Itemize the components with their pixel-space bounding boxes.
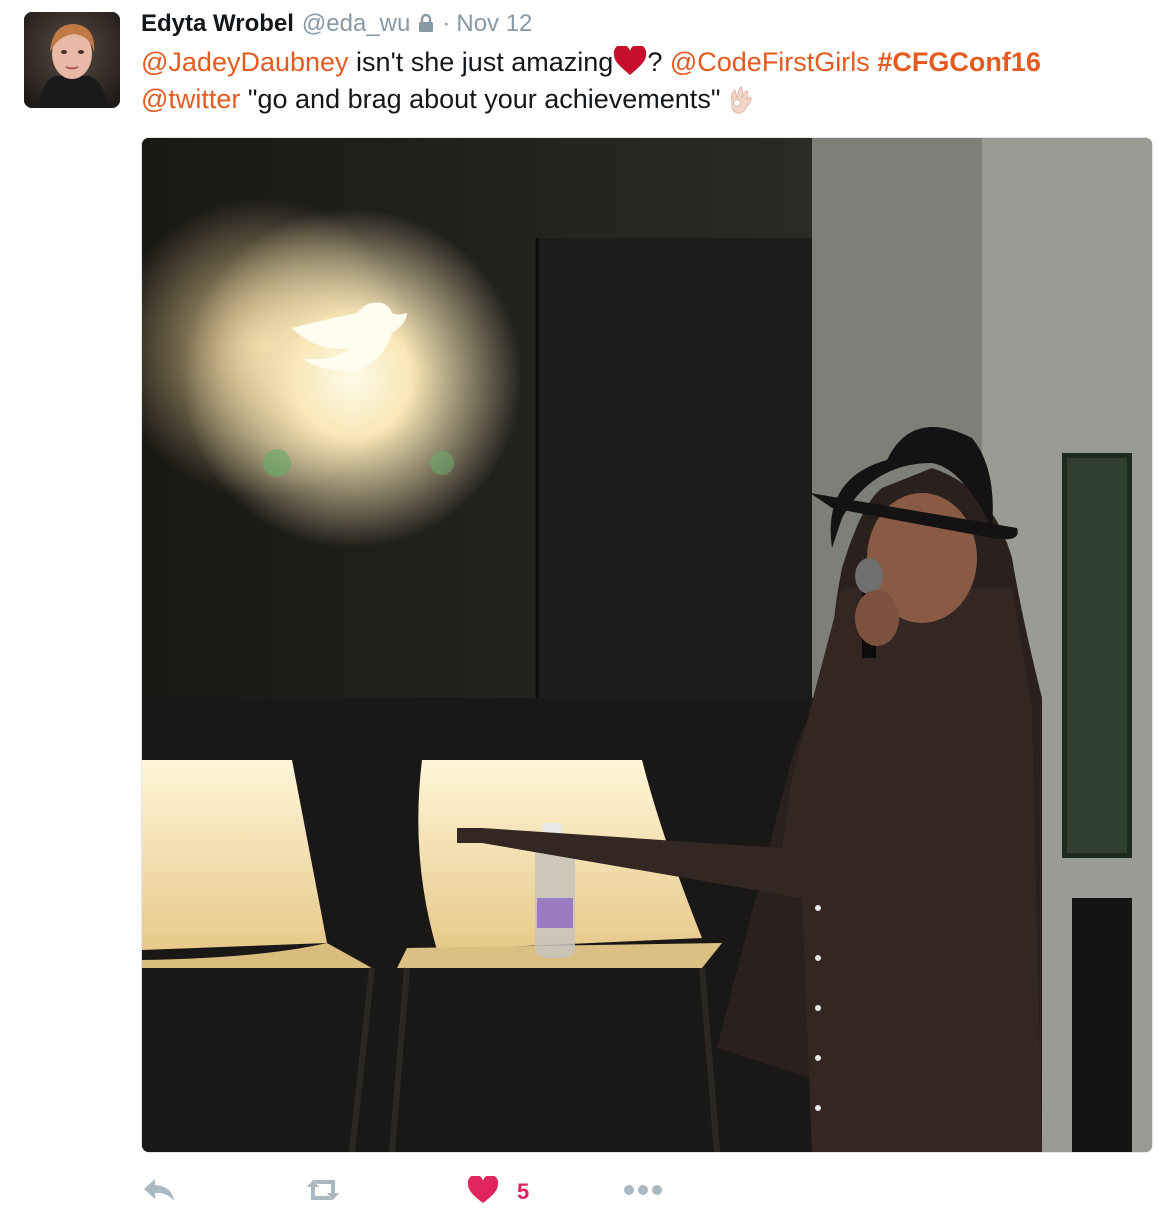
reply-icon [141,1175,177,1210]
avatar[interactable] [24,12,120,108]
retweet-button[interactable] [301,1170,345,1214]
reply-button[interactable] [141,1170,177,1214]
like-button[interactable]: 5 [467,1170,529,1214]
tweet-actions: 5 [141,1170,1151,1214]
mention-link[interactable]: @CodeFirstGirls [670,47,870,77]
red-heart-emoji-icon [613,44,647,76]
tweet-photo[interactable] [141,137,1153,1153]
more-dots-icon [623,1183,663,1202]
tweet-text: @JadeyDaubney isn't she just amazing? @C… [141,44,1141,118]
avatar-photo [24,12,120,108]
tweet-text-part: "go and brag about your achievements" [240,84,721,114]
user-handle[interactable]: @eda_wu [302,10,410,38]
tweet-text-part: ? [647,47,670,77]
hashtag-link[interactable]: #CFGConf16 [877,47,1041,77]
lock-icon [416,12,436,32]
tweet-timestamp[interactable]: Nov 12 [456,10,532,38]
display-name[interactable]: Edyta Wrobel [141,10,294,38]
like-count: 5 [517,1179,530,1204]
heart-icon [467,1174,499,1209]
tweet-header: Edyta Wrobel @eda_wu · Nov 12 [141,10,532,40]
retweet-icon [301,1175,345,1210]
ok-hand-emoji-icon [726,84,756,116]
tweet-text-part: isn't she just amazing [348,47,614,77]
mention-link[interactable]: @twitter [141,84,240,114]
event-photo-image [142,138,1152,1152]
mention-link[interactable]: @JadeyDaubney [141,47,349,77]
separator-dot: · [442,10,451,37]
more-button[interactable] [623,1170,663,1214]
